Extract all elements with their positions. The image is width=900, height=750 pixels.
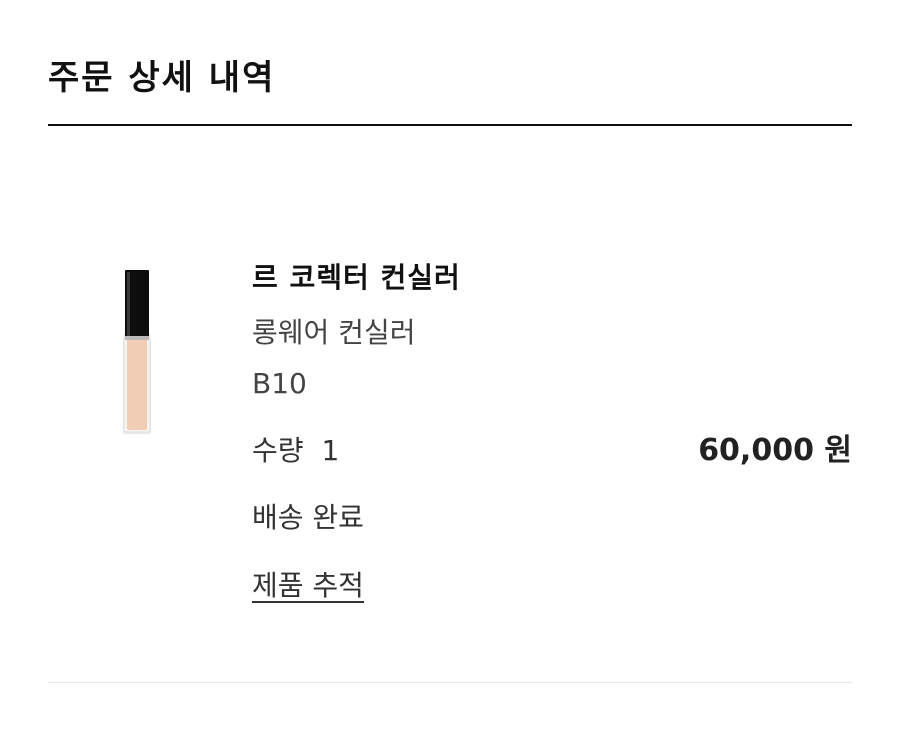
quantity-value: 1	[321, 434, 340, 467]
product-shade: B10	[252, 367, 307, 400]
page-title: 주문 상세 내역	[48, 58, 276, 98]
delivery-status: 배송 완료	[252, 501, 364, 534]
quantity: 수량 1	[252, 429, 339, 473]
bottom-divider	[48, 682, 852, 683]
item-price: 60,000 원	[698, 433, 852, 468]
title-divider	[48, 124, 852, 126]
concealer-tube-icon	[123, 270, 151, 434]
product-subtitle: 롱웨어 컨실러	[252, 316, 416, 349]
product-name: 르 코렉터 컨실러	[252, 261, 461, 294]
concealer-product-image	[110, 262, 170, 442]
track-product-link[interactable]: 제품 추적	[252, 564, 364, 608]
quantity-label: 수량	[252, 434, 304, 467]
